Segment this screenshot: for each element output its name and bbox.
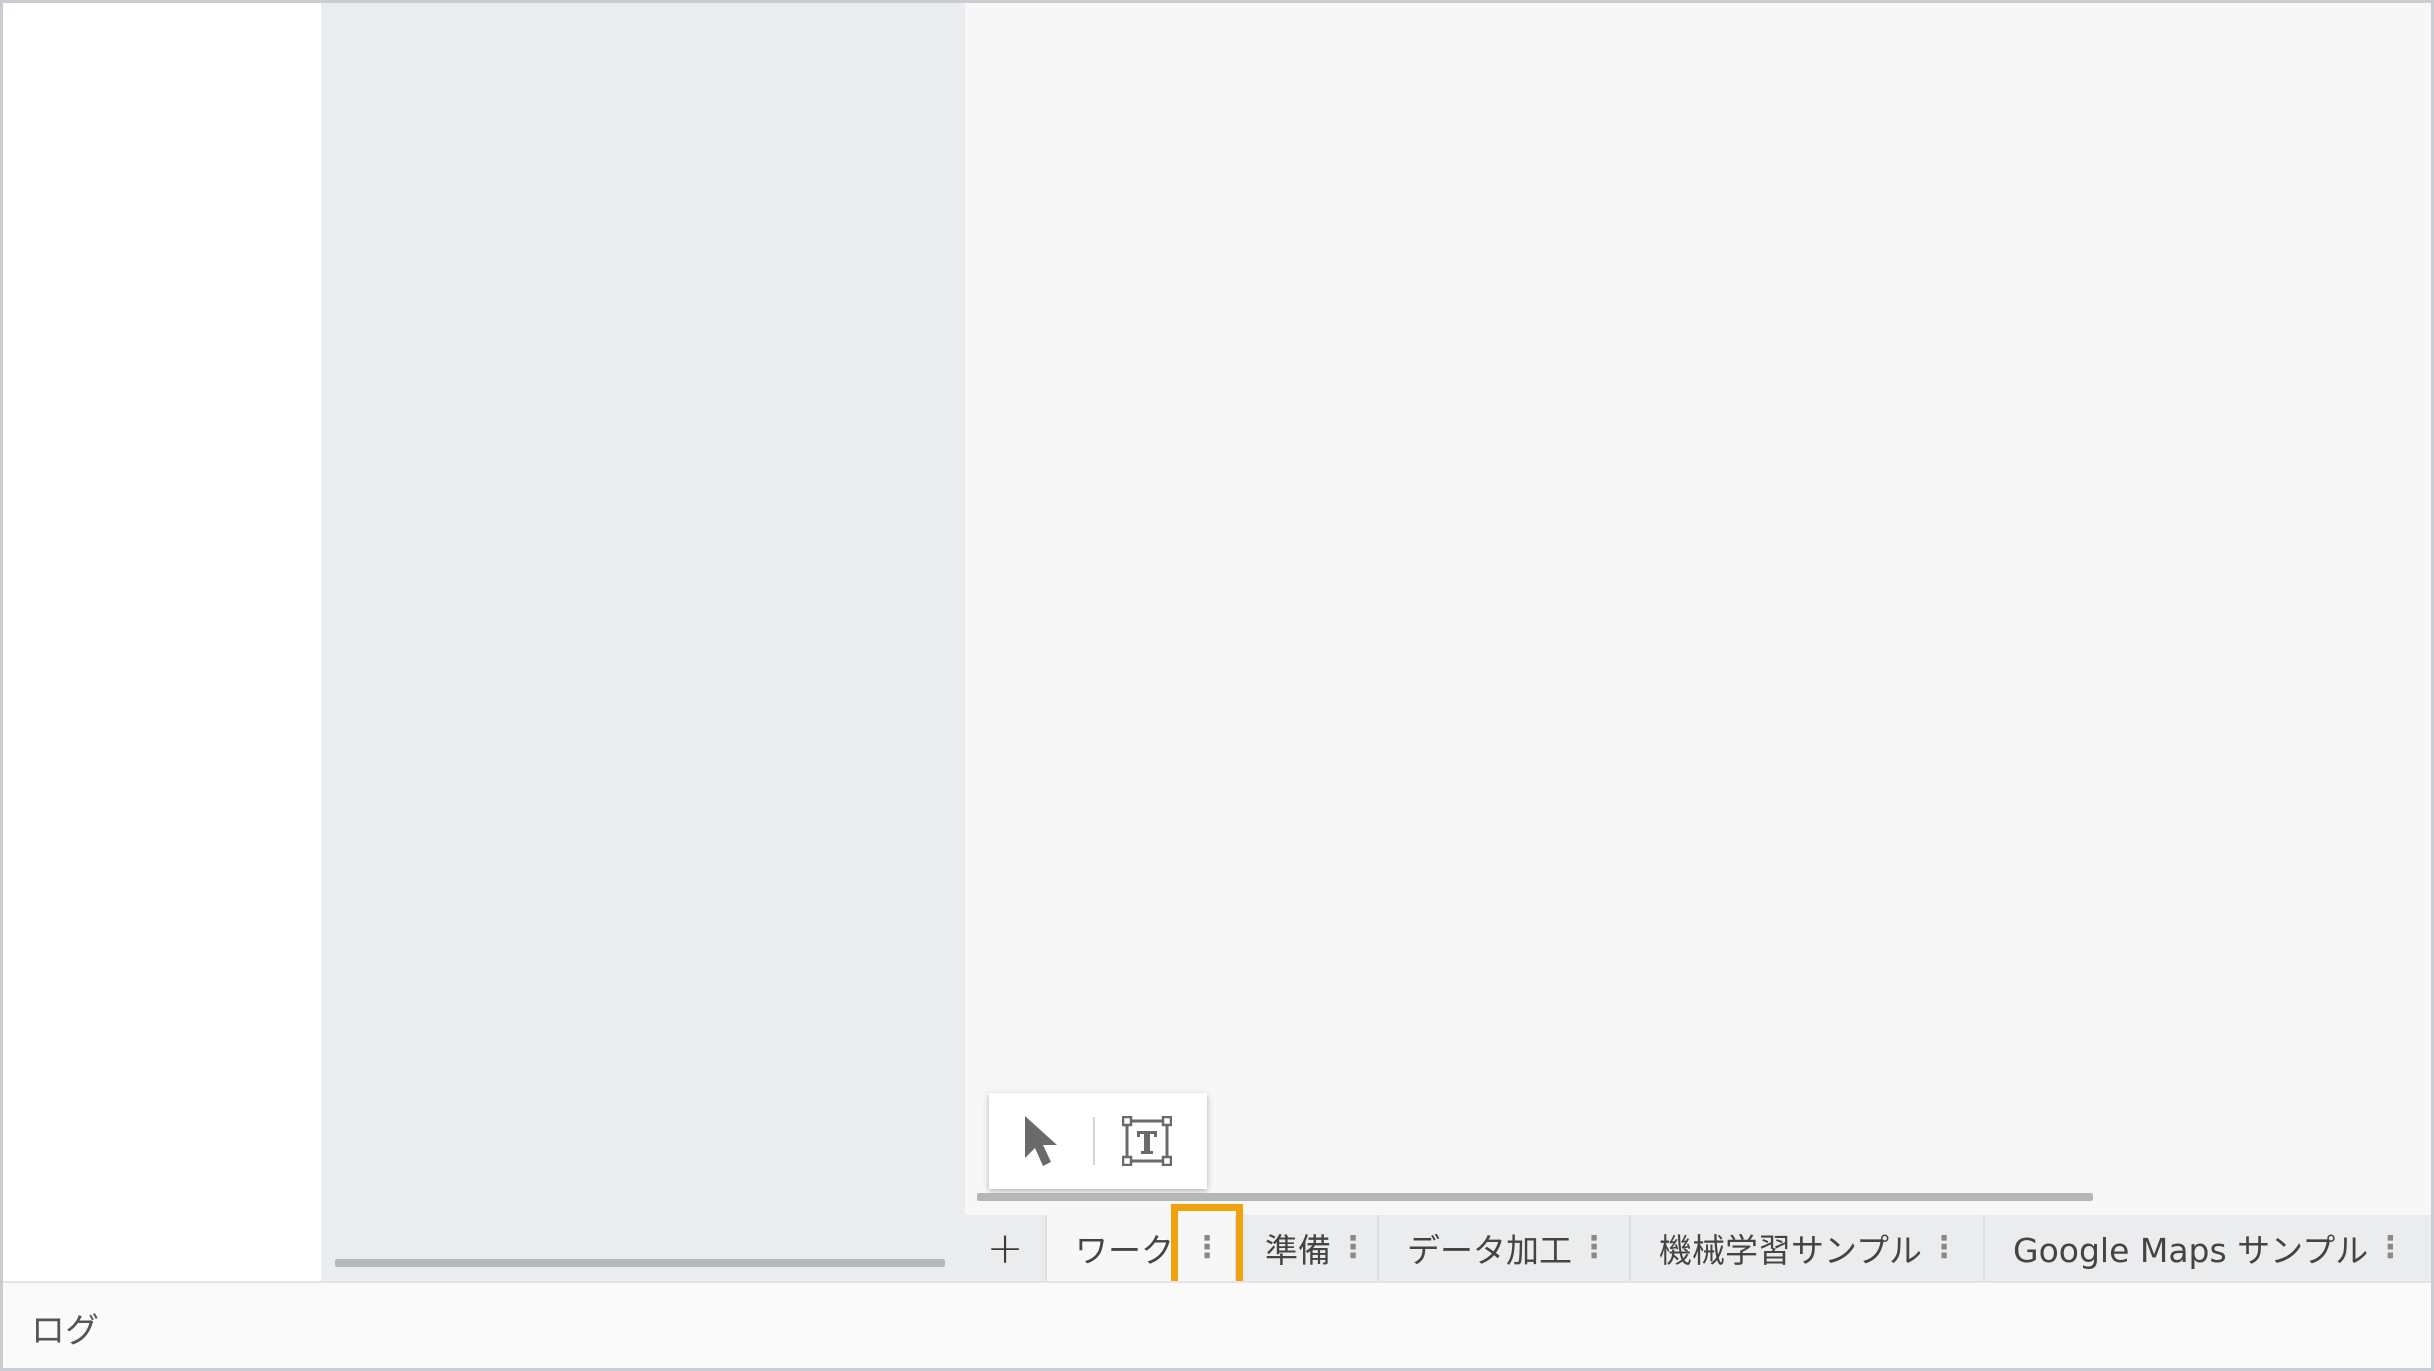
tab-menu-icon[interactable]: ⋮ — [1331, 1233, 1375, 1263]
add-sheet-button[interactable]: + — [965, 1215, 1045, 1281]
canvas-toolbar — [989, 1093, 1207, 1189]
canvas-area[interactable]: + ワーク ⋮ 準備 ⋮ データ加工 ⋮ 機械学習サンプル ⋮ Google M… — [965, 3, 2431, 1281]
tab-label: データ加工 — [1407, 1231, 1572, 1270]
tab-label: 準備 — [1265, 1231, 1331, 1270]
left-panel — [3, 3, 321, 1281]
log-label: ログ — [31, 1310, 99, 1351]
app-window: + ワーク ⋮ 準備 ⋮ データ加工 ⋮ 機械学習サンプル ⋮ Google M… — [0, 0, 2434, 1371]
middle-panel — [321, 3, 965, 1281]
tab-menu-icon[interactable]: ⋮ — [2368, 1233, 2412, 1263]
tab-data-processing[interactable]: データ加工 ⋮ — [1377, 1215, 1629, 1281]
text-box-icon — [1122, 1116, 1172, 1166]
tab-google-maps-sample[interactable]: Google Maps サンプル ⋮ — [1983, 1215, 2431, 1281]
pointer-tool-button[interactable] — [989, 1093, 1093, 1189]
canvas-horizontal-scrollbar[interactable] — [977, 1193, 2093, 1201]
log-panel[interactable]: ログ — [3, 1281, 2431, 1368]
tab-preparation[interactable]: 準備 ⋮ — [1235, 1215, 1377, 1281]
text-tool-button[interactable] — [1095, 1093, 1199, 1189]
mouse-pointer-icon — [1025, 1116, 1057, 1166]
tab-ml-sample[interactable]: 機械学習サンプル ⋮ — [1629, 1215, 1983, 1281]
middle-panel-horizontal-scrollbar[interactable] — [335, 1259, 945, 1267]
tab-menu-highlight — [1171, 1204, 1243, 1292]
tab-label: 機械学習サンプル — [1659, 1231, 1923, 1270]
tab-menu-icon[interactable]: ⋮ — [1572, 1233, 1616, 1263]
tab-menu-icon[interactable]: ⋮ — [1922, 1233, 1966, 1263]
tab-label: Google Maps サンプル — [2013, 1231, 2369, 1270]
tab-label: ワーク — [1075, 1231, 1174, 1270]
